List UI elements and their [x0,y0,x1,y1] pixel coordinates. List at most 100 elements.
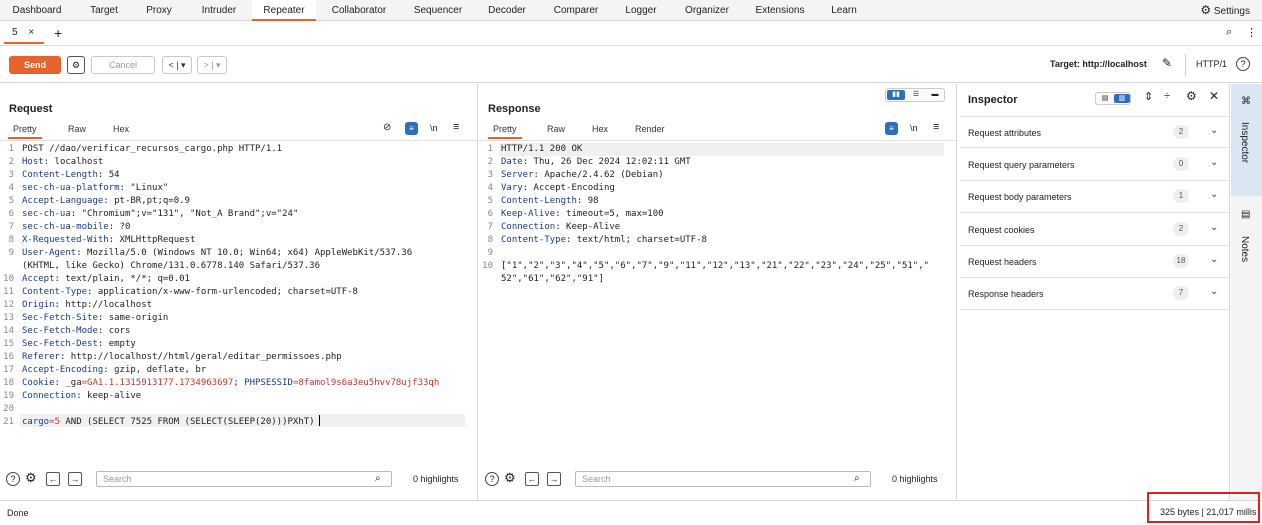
response-search-input[interactable]: Search [575,471,871,487]
text-cursor [319,415,320,426]
newline-icon[interactable]: \n [430,123,438,133]
nav-collaborator[interactable]: Collaborator [324,0,394,21]
response-tab-hex[interactable]: Hex [592,124,608,134]
inspector-request-query-parameters[interactable]: Request query parameters 0 ⌄ [960,149,1228,181]
inspector-row-label: Request query parameters [968,160,1075,170]
send-button[interactable]: Send [9,56,61,74]
code-line: 7 Connection: Keep-Alive [481,221,929,234]
forward-arrow-icon[interactable]: → [547,472,561,486]
response-editor[interactable]: 1 HTTP/1.1 200 OK 2 Date: Thu, 26 Dec 2024 … [481,143,929,286]
single-layout-icon[interactable]: ▬ [926,90,944,100]
request-tab-raw[interactable]: Raw [68,124,86,134]
stacked-layout-icon[interactable]: ☰ [907,90,925,100]
nav-extensions[interactable]: Extensions [748,0,812,21]
add-tab-icon[interactable]: + [54,25,62,41]
edit-pencil-icon[interactable]: ✎ [1162,56,1172,70]
inspector-request-headers[interactable]: Request headers 18 ⌄ [960,246,1228,278]
menu-icon[interactable]: ≡ [453,121,459,133]
help-icon[interactable]: ? [1236,57,1250,71]
inspector-response-headers[interactable]: Response headers 7 ⌄ [960,278,1228,310]
http-version-button[interactable]: HTTP/1 [1196,59,1227,69]
line-number: 4 [8,183,14,193]
response-tab-pretty[interactable]: Pretty [488,124,522,139]
menu-icon[interactable]: ≡ [933,121,939,133]
line-number: 2 [487,157,493,167]
back-history-button[interactable]: < | ▾ [162,56,192,74]
side-tab-notes[interactable]: ▤ Notes [1231,200,1262,280]
close-icon[interactable]: ✕ [1209,89,1219,103]
target-label[interactable]: Target: http://localhost [1050,59,1147,69]
expand-all-icon[interactable]: ⇕ [1144,90,1153,103]
request-editor[interactable]: 1 POST //dao/verificar_recursos_cargo.php… [2,143,439,429]
gear-icon[interactable]: ⚙ [67,56,85,74]
gear-icon[interactable]: ⚙ [504,470,516,486]
chevron-down-icon[interactable]: ⌄ [1210,254,1218,265]
chevron-down-icon[interactable]: ⌄ [1210,286,1218,297]
code-line: 20 [2,403,439,416]
line-number: 1 [487,144,493,154]
nav-organizer[interactable]: Organizer [676,0,738,21]
wrap-lines-icon[interactable]: ≡ [405,122,418,135]
code-token: =5 [49,417,60,427]
newline-icon[interactable]: \n [910,123,918,133]
repeater-toolbar: Send ⚙ Cancel < | ▾ > | ▾ Target: http:/… [0,47,1262,83]
line-number: 9 [8,248,14,258]
inspector-request-cookies[interactable]: Request cookies 2 ⌄ [960,214,1228,246]
help-icon[interactable]: ? [6,472,20,486]
code-token: : XMLHttpRequest [108,235,196,245]
wrap-lines-icon[interactable]: ≡ [885,122,898,135]
nav-dashboard[interactable]: Dashboard [6,0,68,21]
code-token: Referer [22,352,60,362]
nav-target[interactable]: Target [74,0,134,21]
nav-comparer[interactable]: Comparer [546,0,606,21]
list-view-icon[interactable]: ▤ [1097,94,1113,103]
response-tab-raw[interactable]: Raw [547,124,565,134]
chevron-down-icon[interactable]: ⌄ [1210,189,1218,200]
side-by-side-layout-icon[interactable]: ▮▮ [887,90,905,100]
code-line: 1 HTTP/1.1 200 OK [481,143,929,156]
close-icon[interactable]: × [28,27,34,38]
nav-decoder[interactable]: Decoder [478,0,536,21]
help-icon[interactable]: ? [485,472,499,486]
response-title: Response [488,103,541,115]
nav-sequencer[interactable]: Sequencer [406,0,470,21]
cancel-button[interactable]: Cancel [91,56,155,74]
code-line: 3 Server: Apache/2.4.62 (Debian) [481,169,929,182]
nav-learn[interactable]: Learn [824,0,864,21]
code-token: POST //dao/verificar_recursos_cargo.php … [22,144,283,154]
request-tab-hex[interactable]: Hex [113,124,129,134]
split-view-icon[interactable]: ▥ [1114,94,1130,103]
nav-logger[interactable]: Logger [616,0,666,21]
nav-intruder[interactable]: Intruder [192,0,246,21]
forward-arrow-icon[interactable]: → [68,472,82,486]
line-number: 18 [3,378,14,388]
inspector-request-body-parameters[interactable]: Request body parameters 1 ⌄ [960,181,1228,213]
request-tab-pretty[interactable]: Pretty [8,124,42,139]
forward-history-button[interactable]: > | ▾ [197,56,227,74]
chevron-down-icon[interactable]: ⌄ [1210,222,1218,233]
collapse-all-icon[interactable]: ÷ [1164,90,1170,102]
nav-proxy[interactable]: Proxy [134,0,184,21]
nav-repeater[interactable]: Repeater [252,0,316,21]
code-token: : Apache/2.4.62 (Debian) [533,170,664,180]
inspector-request-attributes[interactable]: Request attributes 2 ⌄ [960,116,1228,148]
back-arrow-icon[interactable]: ← [525,472,539,486]
search-icon[interactable]: ⌕ [1226,26,1232,39]
gear-icon[interactable]: ⚙ [1186,89,1197,103]
line-number: 16 [3,352,14,362]
response-tab-render[interactable]: Render [635,124,665,134]
gear-icon[interactable]: ⚙ [25,470,37,486]
settings-button[interactable]: ⚙ Settings [1200,0,1250,21]
back-arrow-icon[interactable]: ← [46,472,60,486]
search-icon: ⌕ [375,473,381,484]
code-token: : text/html; charset=UTF-8 [566,235,707,245]
chevron-down-icon[interactable]: ⌄ [1210,125,1218,136]
code-token: : same-origin [97,313,169,323]
side-tab-inspector[interactable]: ⌘ Inspector [1231,84,1262,196]
more-options-icon[interactable]: ⋮ [1246,26,1257,39]
hide-eye-icon[interactable]: ⊘ [383,122,391,133]
chevron-down-icon[interactable]: ⌄ [1210,157,1218,168]
repeater-tab-5[interactable]: 5 × [4,24,44,44]
request-search-input[interactable]: Search [96,471,392,487]
response-highlights-count: 0 highlights [892,474,938,484]
